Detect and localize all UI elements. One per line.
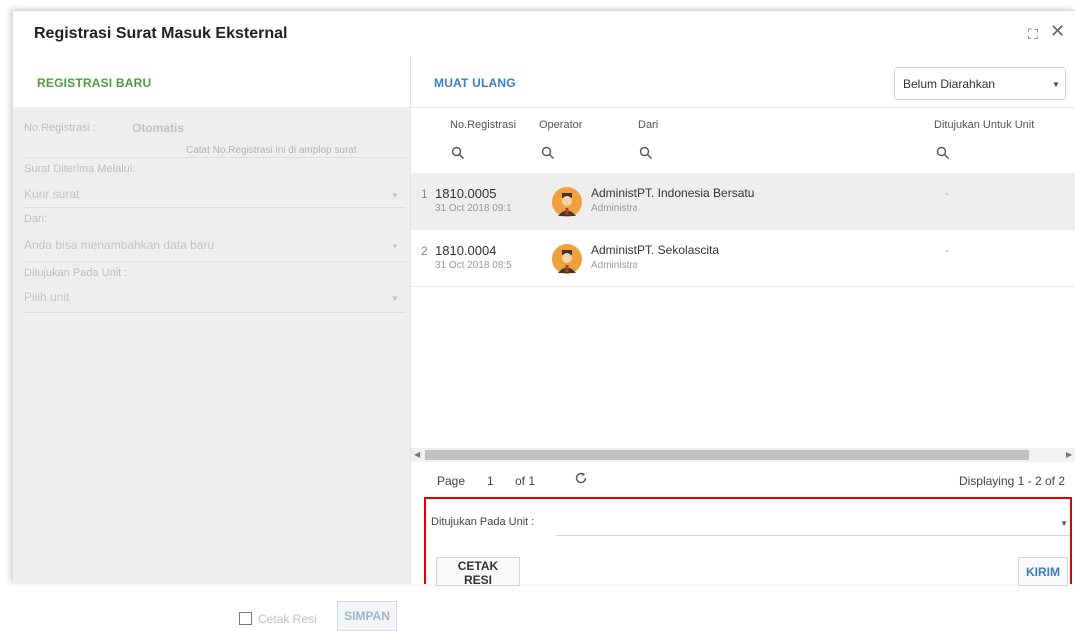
page-label: Page	[437, 474, 466, 488]
caret-down-icon: ▼	[1060, 519, 1068, 528]
kirim-button[interactable]: KIRIM	[1018, 557, 1068, 586]
row-dari: PT. Sekolascita	[637, 243, 720, 257]
grid-header: No.Registrasi Operator Dari Ditujukan Un…	[411, 107, 1075, 173]
surat-diterima-label: Surat Diterima Melalui:	[24, 163, 136, 175]
registration-form-panel: REGISTRASI BARU No.Registrasi : Otomatis…	[13, 56, 410, 631]
status-filter-value: Belum Diarahkan	[903, 77, 996, 91]
unit-placeholder: Pilih unit	[24, 290, 70, 304]
page-number-input[interactable]: 1	[487, 474, 494, 488]
column-header-dari[interactable]: Dari	[638, 119, 658, 131]
divider	[23, 312, 406, 313]
left-toolbar: REGISTRASI BARU	[13, 56, 410, 107]
unit-label: Ditujukan Pada Unit :	[24, 267, 128, 279]
row-unit: -	[945, 186, 949, 200]
chevron-down-icon: ▼	[391, 191, 399, 200]
displaying-info: Displaying 1 - 2 of 2	[958, 474, 1065, 488]
divider	[23, 207, 406, 208]
table-row[interactable]: 2 1810.0004 31 Oct 2018 08:5 Administr A…	[411, 230, 1075, 287]
page-total: of 1	[515, 474, 536, 488]
column-header-no-registrasi[interactable]: No.Registrasi	[450, 119, 516, 131]
dari-label: Dari:	[24, 213, 48, 225]
ditujukan-unit-label: Ditujukan Pada Unit :	[431, 516, 535, 528]
simpan-button[interactable]: SIMPAN	[337, 601, 397, 631]
row-unit: -	[945, 243, 949, 257]
maximize-icon[interactable]: ⛶	[1028, 27, 1038, 41]
row-operator-role: Administra	[591, 203, 637, 214]
search-icon[interactable]	[451, 146, 465, 160]
row-reg-no: 1810.0004	[435, 243, 497, 258]
registration-form: No.Registrasi : Otomatis Catat No.Regist…	[13, 107, 410, 631]
row-dari: PT. Indonesia Bersatu	[637, 186, 755, 200]
chevron-down-icon: ▼	[391, 294, 399, 303]
row-date: 31 Oct 2018 08:5	[435, 260, 512, 271]
registrasi-baru-button[interactable]: REGISTRASI BARU	[37, 76, 151, 90]
no-registrasi-label: No.Registrasi :	[24, 122, 97, 134]
close-icon[interactable]: ✕	[1050, 22, 1065, 40]
row-number: 1	[421, 187, 428, 201]
horizontal-scrollbar[interactable]: ◀ ▶	[411, 448, 1075, 462]
caret-down-icon: ▼	[1052, 80, 1060, 89]
row-reg-no: 1810.0005	[435, 186, 497, 201]
status-filter-select[interactable]: Belum Diarahkan ▼	[894, 67, 1066, 100]
no-registrasi-hint: Catat No.Registrasi ini di amplop surat	[186, 145, 357, 156]
scroll-right-icon[interactable]: ▶	[1066, 450, 1072, 459]
ditujukan-unit-select[interactable]: ▼	[556, 511, 1070, 536]
column-header-ditujukan-unit[interactable]: Ditujukan Untuk Unit	[934, 119, 1034, 131]
registration-list-panel: MUAT ULANG Belum Diarahkan ▼ No.Registra…	[410, 56, 1075, 587]
search-icon[interactable]	[639, 146, 653, 160]
cetak-resi-button[interactable]: CETAK RESI	[436, 557, 520, 587]
modal-window: Registrasi Surat Masuk Eksternal ⛶ ✕ REG…	[12, 10, 1075, 631]
send-action-area: Ditujukan Pada Unit : ▼ CETAK RESI KIRIM	[424, 497, 1072, 587]
pager: Page 1 of 1 Displaying 1 - 2 of 2	[411, 462, 1075, 495]
row-operator-role: Administra	[591, 260, 637, 271]
divider	[23, 157, 406, 158]
refresh-icon[interactable]	[574, 471, 588, 485]
window-title: Registrasi Surat Masuk Eksternal	[34, 25, 288, 42]
title-bar: Registrasi Surat Masuk Eksternal ⛶ ✕	[13, 11, 1075, 56]
cetak-resi-checkbox[interactable]	[239, 612, 252, 625]
column-header-operator[interactable]: Operator	[539, 119, 582, 131]
no-registrasi-value: Otomatis	[132, 121, 185, 135]
row-number: 2	[421, 244, 428, 258]
avatar	[552, 244, 582, 274]
scroll-left-icon[interactable]: ◀	[414, 450, 420, 459]
row-date: 31 Oct 2018 09:1	[435, 203, 512, 214]
dari-placeholder: Anda bisa menambahkan data baru	[24, 238, 215, 252]
grid-body: 1 1810.0005 31 Oct 2018 09:1 Administr A…	[411, 173, 1075, 448]
surat-diterima-value: Kurir surat	[24, 187, 80, 201]
search-icon[interactable]	[541, 146, 555, 160]
row-operator-name: Administr	[591, 186, 637, 200]
table-row[interactable]: 1 1810.0005 31 Oct 2018 09:1 Administr A…	[411, 173, 1075, 230]
chevron-down-icon: ▼	[391, 242, 399, 251]
avatar	[552, 187, 582, 217]
muat-ulang-button[interactable]: MUAT ULANG	[434, 76, 516, 90]
search-icon[interactable]	[936, 146, 950, 160]
divider	[23, 261, 406, 262]
row-operator-name: Administr	[591, 243, 637, 257]
scrollbar-thumb[interactable]	[425, 450, 1029, 460]
cetak-resi-checkbox-label: Cetak Resi	[258, 612, 317, 626]
